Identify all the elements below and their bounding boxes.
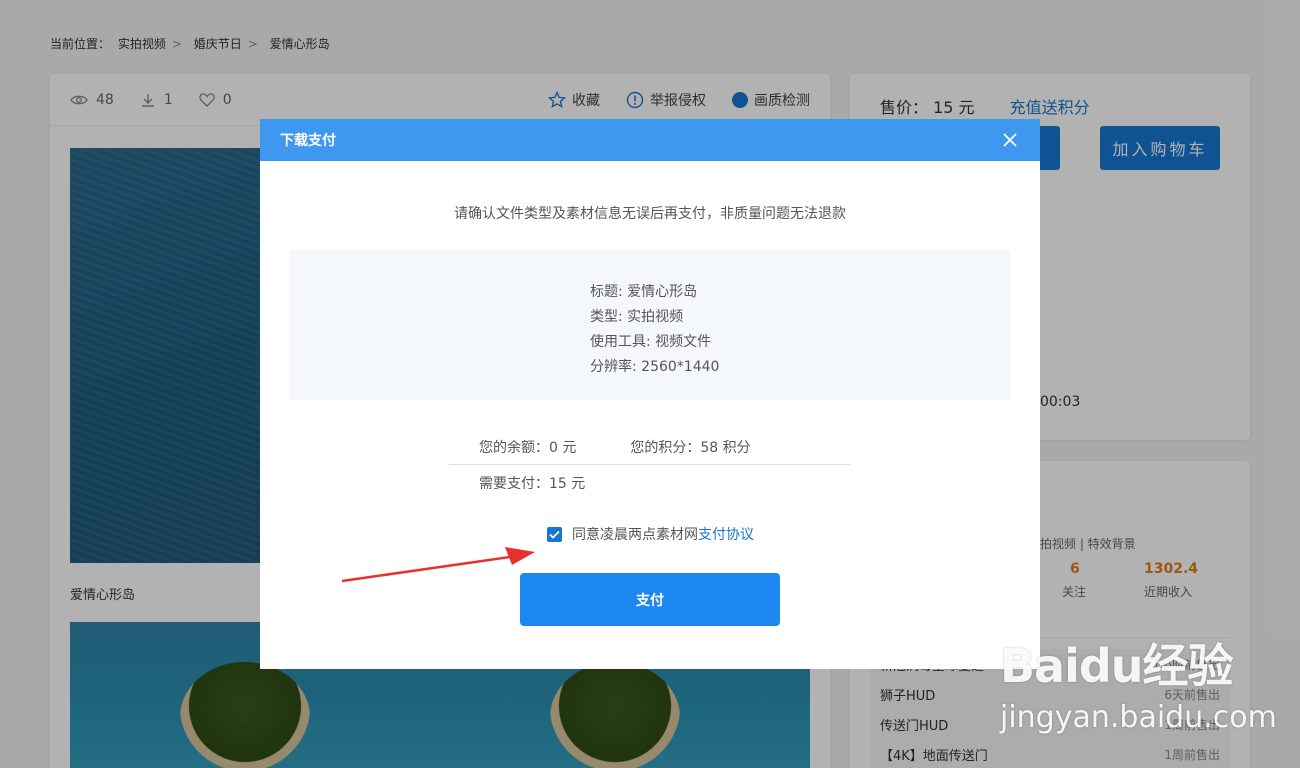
- check-icon: [549, 530, 560, 539]
- agree-text: 同意凌晨两点素材网: [572, 527, 698, 543]
- file-info-box: 标题: 爱情心形岛 类型: 实拍视频 使用工具: 视频文件 分辨率: 2560*…: [290, 250, 1010, 400]
- pay-button[interactable]: 支付: [520, 573, 780, 626]
- balance-section: 您的余额：0 元 您的积分：58 积分 需要支付：15 元: [449, 429, 851, 501]
- need-pay-text: 需要支付：15 元: [479, 476, 586, 492]
- annotation-arrow-icon: [341, 547, 535, 583]
- baidu-watermark: Baidu经验 jingyan.baidu.com: [1000, 630, 1300, 768]
- points-text: 您的积分：58 积分: [630, 439, 751, 456]
- info-tool: 使用工具: 视频文件: [590, 334, 712, 350]
- watermark-url: jingyan.baidu.com: [1000, 700, 1277, 735]
- balance-text: 您的余额：0 元: [479, 439, 577, 456]
- agreement-row: 同意凌晨两点素材网 支付协议: [547, 524, 754, 544]
- modal-title: 下载支付: [280, 133, 336, 149]
- modal-header: 下载支付: [260, 119, 1040, 161]
- watermark-logo: Baidu经验: [1000, 639, 1234, 693]
- payment-agreement-link[interactable]: 支付协议: [698, 524, 754, 544]
- info-resolution: 分辨率: 2560*1440: [590, 359, 720, 375]
- info-type: 类型: 实拍视频: [590, 309, 684, 325]
- info-title: 标题: 爱情心形岛: [590, 284, 698, 300]
- close-icon: [1003, 133, 1017, 147]
- agree-checkbox[interactable]: [547, 526, 562, 542]
- close-button[interactable]: [1000, 130, 1020, 150]
- refund-notice: 请确认文件类型及素材信息无误后再支付，非质量问题无法退款: [454, 206, 846, 222]
